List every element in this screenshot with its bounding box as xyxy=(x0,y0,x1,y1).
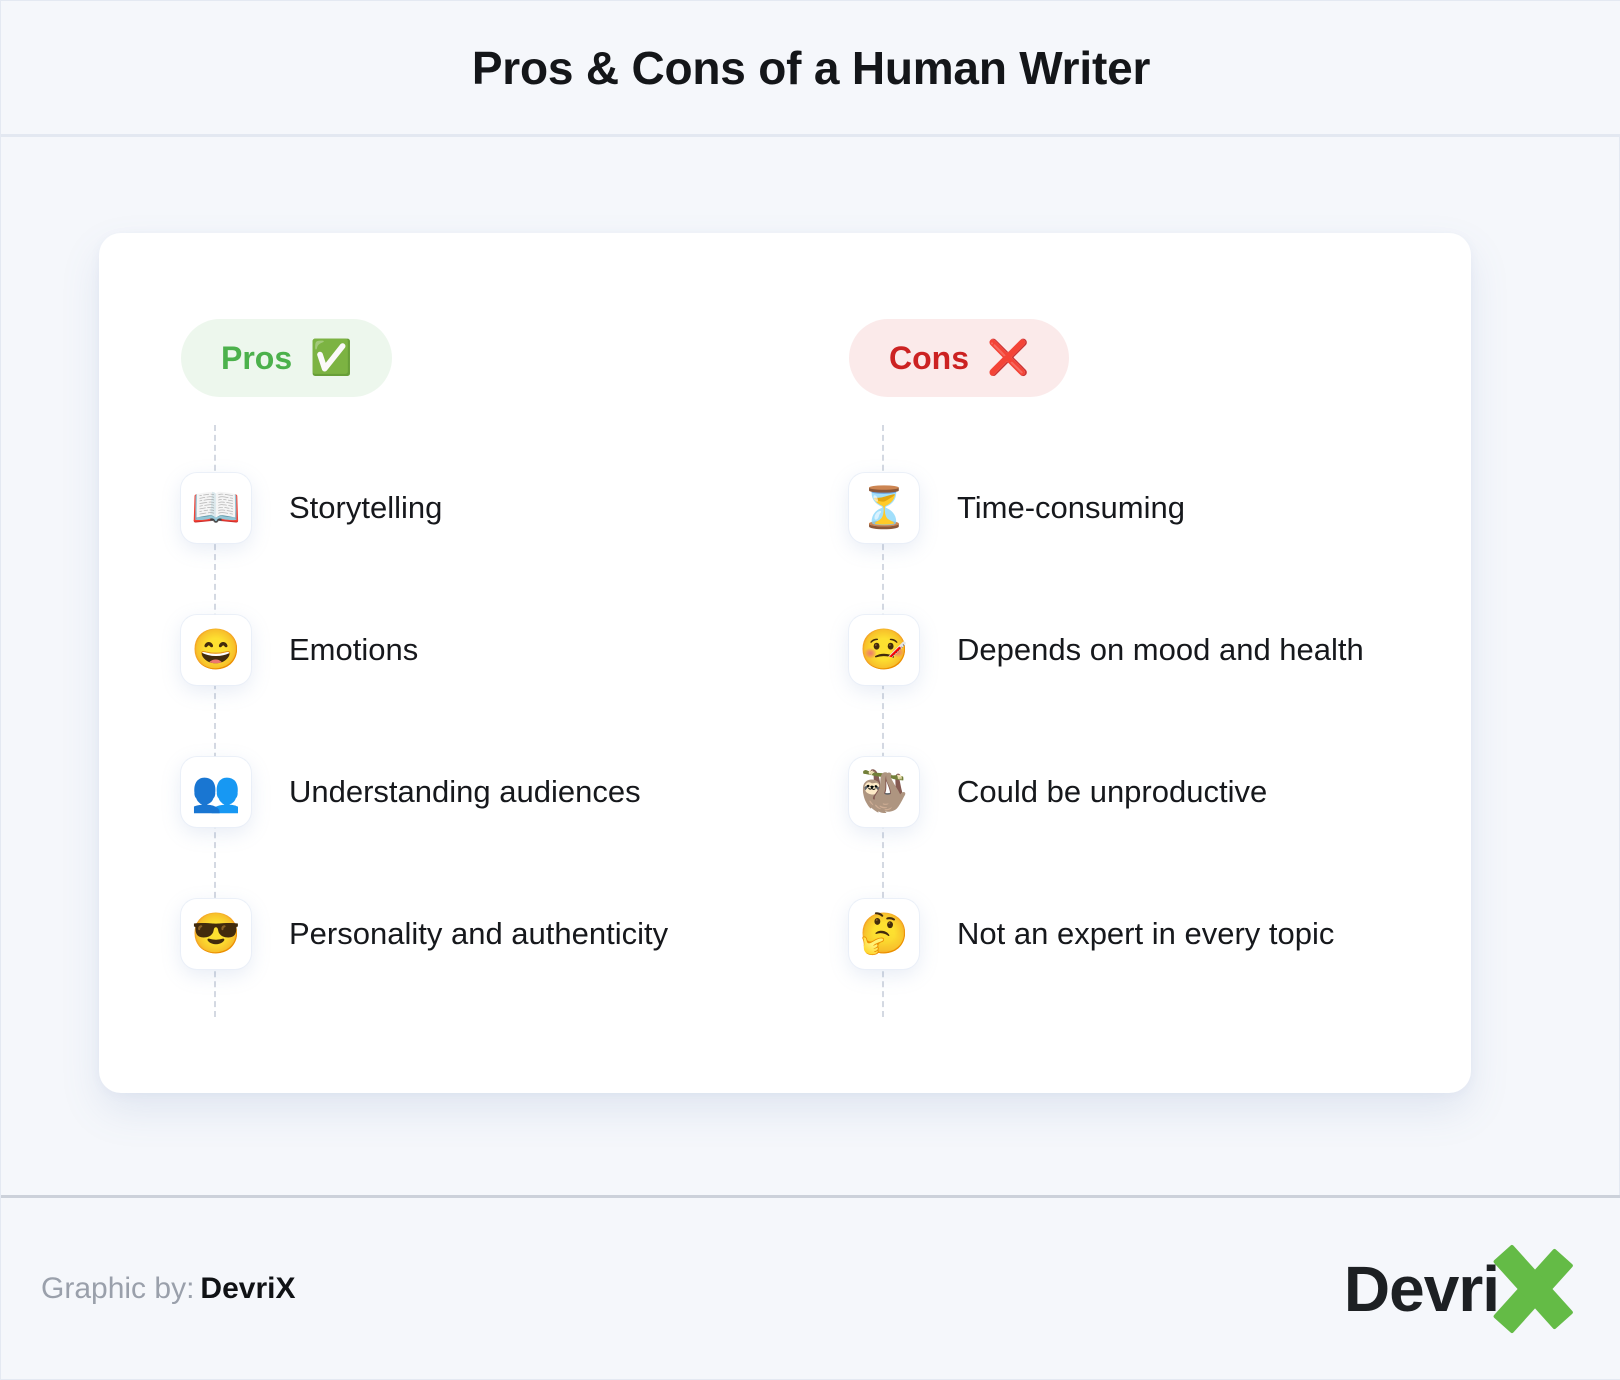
content-area: Pros ✅ 📖 Storytelling 😄 Emotions 👥 Under… xyxy=(1,137,1620,1197)
cons-list: ⏳ Time-consuming 🤒 Depends on mood and h… xyxy=(849,473,1469,969)
cons-badge: Cons ❌ xyxy=(849,319,1070,397)
pros-column: Pros ✅ 📖 Storytelling 😄 Emotions 👥 Under… xyxy=(181,233,801,1093)
logo-x-mark-icon xyxy=(1483,1241,1579,1337)
pros-badge: Pros ✅ xyxy=(181,319,393,397)
list-item-label: Not an expert in every topic xyxy=(957,916,1335,951)
infographic-page: Pros & Cons of a Human Writer Pros ✅ 📖 S… xyxy=(0,0,1620,1380)
list-item: 🦥 Could be unproductive xyxy=(849,757,1469,827)
icon-tile: 👥 xyxy=(181,757,251,827)
list-item: 😄 Emotions xyxy=(181,615,801,685)
credit-label: Graphic by: xyxy=(41,1271,195,1305)
icon-tile: ⏳ xyxy=(849,473,919,543)
list-item-label: Emotions xyxy=(289,632,419,667)
face-with-thermometer-icon: 🤒 xyxy=(859,628,909,672)
busts-in-silhouette-icon: 👥 xyxy=(191,770,241,814)
cross-mark-icon: ❌ xyxy=(987,339,1030,377)
list-item-label: Personality and authenticity xyxy=(289,916,669,951)
icon-tile: 🤔 xyxy=(849,899,919,969)
footer-bar: Graphic by: DevriX Devri xyxy=(1,1195,1620,1379)
devrix-logo: Devri xyxy=(1344,1234,1579,1344)
cons-column: Cons ❌ ⏳ Time-consuming 🤒 Depends on moo… xyxy=(849,233,1469,1093)
cons-badge-label: Cons xyxy=(889,339,969,376)
sloth-icon: 🦥 xyxy=(859,770,909,814)
icon-tile: 😎 xyxy=(181,899,251,969)
icon-tile: 🤒 xyxy=(849,615,919,685)
list-item: 🤒 Depends on mood and health xyxy=(849,615,1469,685)
list-item-label: Depends on mood and health xyxy=(957,632,1364,667)
check-mark-button-icon: ✅ xyxy=(310,339,353,377)
hourglass-icon: ⏳ xyxy=(859,486,909,530)
page-title: Pros & Cons of a Human Writer xyxy=(471,41,1151,94)
list-item: 😎 Personality and authenticity xyxy=(181,899,801,969)
list-item: 👥 Understanding audiences xyxy=(181,757,801,827)
credit-name: DevriX xyxy=(200,1271,296,1305)
thinking-face-icon: 🤔 xyxy=(859,912,909,956)
smiling-face-with-sunglasses-icon: 😎 xyxy=(191,912,241,956)
grinning-face-icon: 😄 xyxy=(191,628,241,672)
list-item: 🤔 Not an expert in every topic xyxy=(849,899,1469,969)
columns-container: Pros ✅ 📖 Storytelling 😄 Emotions 👥 Under… xyxy=(99,233,1471,1093)
pros-cons-card: Pros ✅ 📖 Storytelling 😄 Emotions 👥 Under… xyxy=(99,233,1471,1093)
icon-tile: 😄 xyxy=(181,615,251,685)
credit: Graphic by: DevriX xyxy=(41,1272,295,1306)
open-book-icon: 📖 xyxy=(191,486,241,530)
list-item: 📖 Storytelling xyxy=(181,473,801,543)
list-item-label: Understanding audiences xyxy=(289,774,641,809)
header-bar: Pros & Cons of a Human Writer xyxy=(1,1,1620,137)
list-item: ⏳ Time-consuming xyxy=(849,473,1469,543)
list-item-label: Could be unproductive xyxy=(957,774,1268,809)
icon-tile: 📖 xyxy=(181,473,251,543)
icon-tile: 🦥 xyxy=(849,757,919,827)
pros-badge-label: Pros xyxy=(221,339,293,376)
list-item-label: Time-consuming xyxy=(957,490,1185,525)
list-item-label: Storytelling xyxy=(289,490,443,525)
logo-wordmark: Devri xyxy=(1343,1252,1500,1325)
pros-list: 📖 Storytelling 😄 Emotions 👥 Understandin… xyxy=(181,473,801,969)
